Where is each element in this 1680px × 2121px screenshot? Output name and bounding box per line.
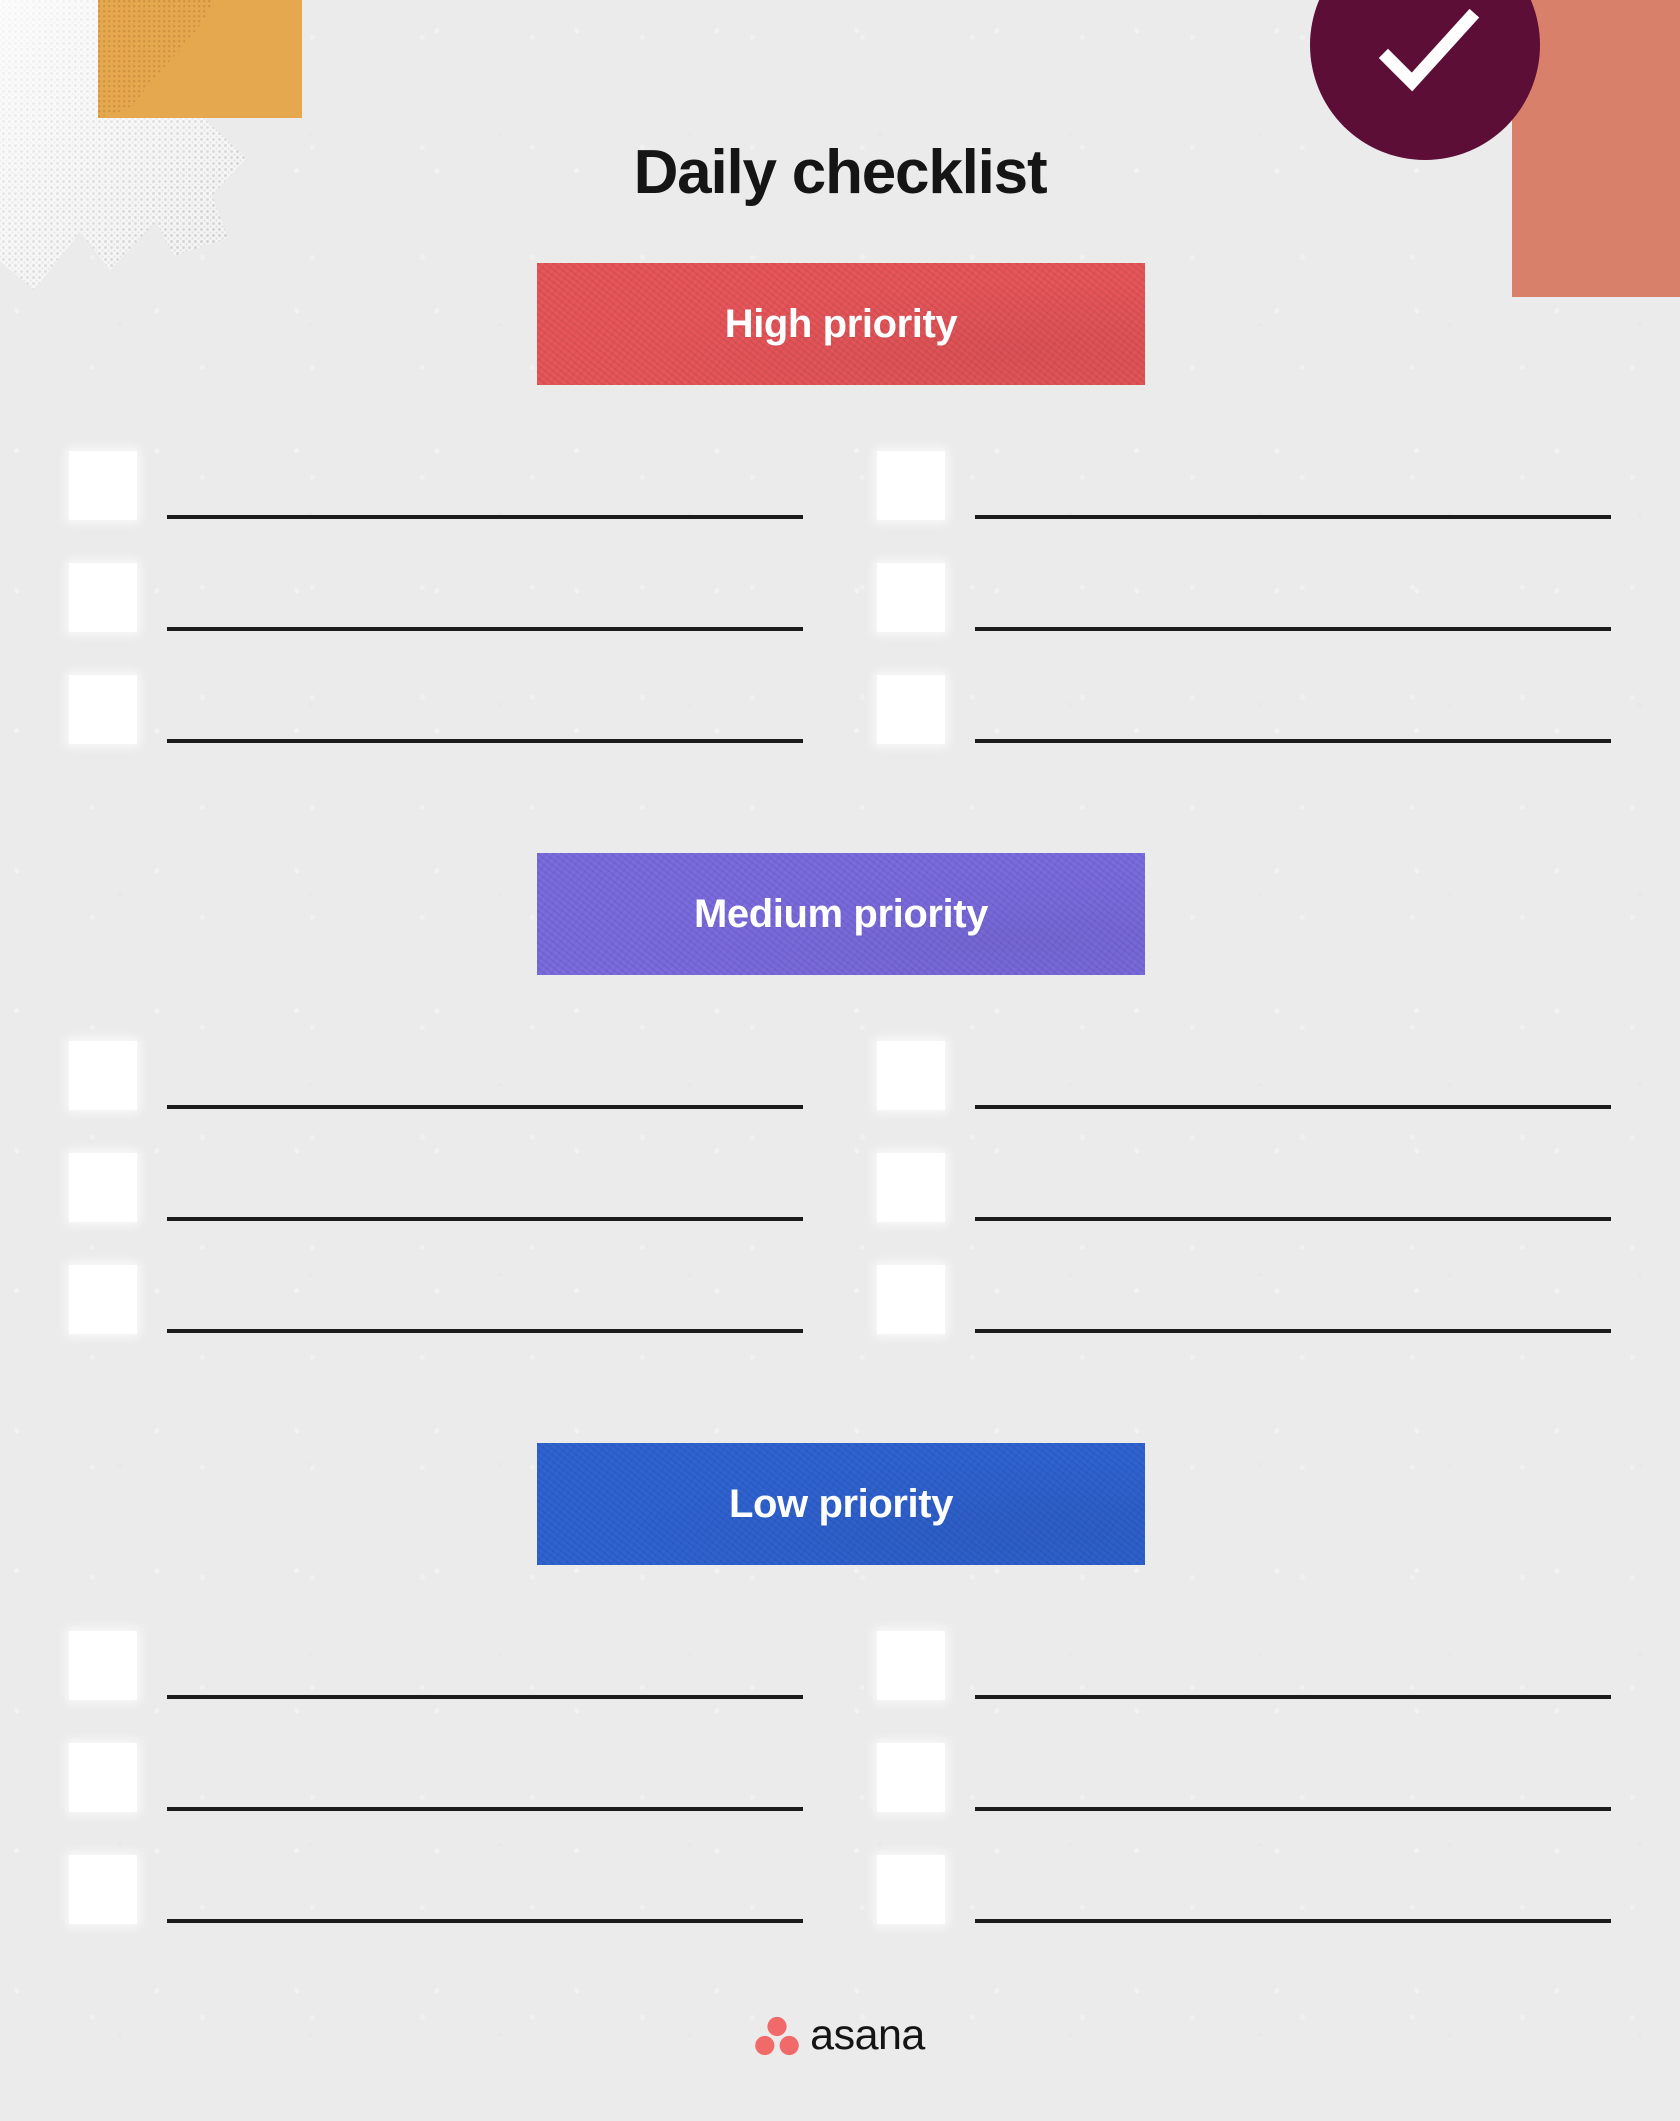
checklist-row[interactable] [877,563,1611,632]
amber-rectangle [98,0,302,118]
write-line[interactable] [167,627,803,631]
checkbox[interactable] [69,1265,137,1334]
section-banner-medium: Medium priority [537,853,1145,975]
checklist-row[interactable] [877,1041,1611,1110]
checkbox[interactable] [69,675,137,744]
checkbox[interactable] [877,1041,945,1110]
checklist-column-low-left [69,1631,803,1924]
checkbox[interactable] [877,1631,945,1700]
section-label-low: Low priority [728,1481,954,1526]
checklist-column-medium-left [69,1041,803,1334]
checklist-column-low-right [877,1631,1611,1924]
checkbox[interactable] [69,1041,137,1110]
write-line[interactable] [975,1329,1611,1333]
checkbox[interactable] [877,1855,945,1924]
write-line[interactable] [167,1217,803,1221]
section-banner-low: Low priority [537,1443,1145,1565]
write-line[interactable] [167,1919,803,1923]
checkbox[interactable] [877,1743,945,1812]
write-line[interactable] [975,1695,1611,1699]
checklist-group-medium [0,1041,1680,1334]
checkbox[interactable] [877,1265,945,1334]
checklist-group-low [0,1631,1680,1924]
write-line[interactable] [975,1919,1611,1923]
checkbox[interactable] [877,675,945,744]
check-icon [1378,8,1480,92]
checklist-page: Daily checklist High priority Medium pri… [0,0,1680,2121]
checklist-row[interactable] [877,1265,1611,1334]
checklist-row[interactable] [69,1153,803,1222]
footer-brand: asana [0,2014,1680,2057]
checklist-row[interactable] [877,675,1611,744]
write-line[interactable] [167,1105,803,1109]
checklist-row[interactable] [69,1041,803,1110]
checklist-row[interactable] [69,563,803,632]
checklist-row[interactable] [69,1855,803,1924]
section-label-high: High priority [724,301,958,346]
write-line[interactable] [167,1807,803,1811]
checklist-column-medium-right [877,1041,1611,1334]
section-label-medium: Medium priority [693,891,989,936]
checklist-row[interactable] [877,1153,1611,1222]
checklist-column-high-right [877,451,1611,744]
checkbox[interactable] [877,451,945,520]
asana-wordmark: asana [810,2011,925,2059]
section-banner-high: High priority [537,263,1145,385]
checkbox[interactable] [69,1631,137,1700]
write-line[interactable] [167,1329,803,1333]
checkbox[interactable] [69,563,137,632]
asana-logo-icon [755,2016,799,2055]
write-line[interactable] [975,739,1611,743]
checklist-row[interactable] [69,1631,803,1700]
checklist-row[interactable] [69,1265,803,1334]
write-line[interactable] [975,627,1611,631]
write-line[interactable] [975,1807,1611,1811]
checklist-row[interactable] [69,675,803,744]
checklist-row[interactable] [877,1631,1611,1700]
check-badge [1310,0,1540,160]
checkbox[interactable] [69,451,137,520]
checklist-row[interactable] [877,1855,1611,1924]
write-line[interactable] [167,1695,803,1699]
checkbox[interactable] [69,1855,137,1924]
checklist-group-high [0,451,1680,744]
checklist-row[interactable] [877,451,1611,520]
checkbox[interactable] [877,1153,945,1222]
write-line[interactable] [975,1105,1611,1109]
checkbox[interactable] [69,1153,137,1222]
write-line[interactable] [167,515,803,519]
checkbox[interactable] [877,563,945,632]
page-title: Daily checklist [633,137,1048,207]
checklist-row[interactable] [69,1743,803,1812]
checklist-row[interactable] [69,451,803,520]
write-line[interactable] [975,1217,1611,1221]
write-line[interactable] [167,739,803,743]
checklist-column-high-left [69,451,803,744]
checklist-row[interactable] [877,1743,1611,1812]
write-line[interactable] [975,515,1611,519]
checkbox[interactable] [69,1743,137,1812]
